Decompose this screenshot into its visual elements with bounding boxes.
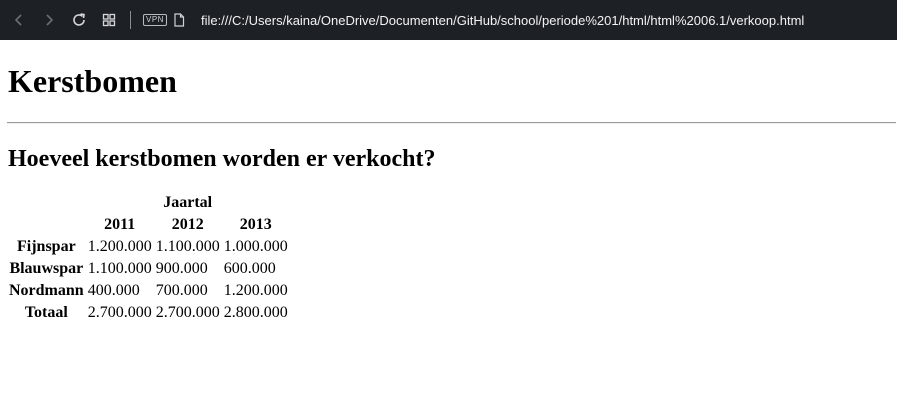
horizontal-rule (7, 122, 896, 124)
sales-table: Jaartal 2011 2012 2013 Fijnspar 1.200.00… (6, 191, 291, 325)
reload-icon (73, 13, 85, 26)
forward-button[interactable] (34, 5, 64, 35)
table-cell: 1.000.000 (223, 238, 288, 255)
year-header: 2013 (239, 216, 272, 233)
table-cell: 1.200.000 (223, 282, 288, 299)
vpn-badge[interactable]: VPN (143, 14, 167, 26)
table-cell: 2.800.000 (223, 304, 288, 321)
browser-toolbar: VPN file:///C:/Users/kaina/OneDrive/Docu… (0, 0, 897, 40)
table-row-total: Totaal 2.700.000 2.700.000 2.800.000 (8, 303, 289, 323)
table-row: Blauwspar 1.100.000 900.000 600.000 (8, 259, 289, 279)
row-header: Blauwspar (9, 260, 84, 277)
address-bar[interactable]: file:///C:/Users/kaina/OneDrive/Document… (201, 13, 804, 28)
table-cell: 1.100.000 (155, 238, 220, 255)
table-cell: 1.100.000 (87, 260, 152, 277)
table-cell: 1.200.000 (87, 238, 152, 255)
chevron-left-icon (14, 14, 22, 26)
toolbar-divider (130, 11, 131, 29)
table-cell: 400.000 (87, 282, 140, 299)
year-group-header: Jaartal (163, 194, 213, 211)
grid-icon (102, 13, 116, 27)
table-cell: 900.000 (155, 260, 208, 277)
table-row: Fijnspar 1.200.000 1.100.000 1.000.000 (8, 237, 289, 257)
table-cell: 600.000 (223, 260, 276, 277)
table-cell: 700.000 (155, 282, 208, 299)
table-cell: 2.700.000 (155, 304, 220, 321)
year-header: 2012 (171, 216, 204, 233)
back-button[interactable] (4, 5, 34, 35)
page-content: Kerstbomen Hoeveel kerstbomen worden er … (0, 40, 897, 325)
year-header: 2011 (104, 216, 136, 233)
file-icon[interactable] (173, 13, 185, 27)
empty-header-cell (8, 193, 85, 213)
reload-button[interactable] (64, 5, 94, 35)
table-year-row: 2011 2012 2013 (8, 215, 289, 235)
page-title: Kerstbomen (8, 63, 177, 99)
table-row: Nordmann 400.000 700.000 1.200.000 (8, 281, 289, 301)
row-header: Nordmann (9, 282, 84, 299)
page-question: Hoeveel kerstbomen worden er verkocht? (8, 146, 436, 172)
table-header-row: Jaartal (8, 193, 289, 213)
tiles-button[interactable] (94, 5, 124, 35)
chevron-right-icon (46, 14, 54, 26)
row-header: Totaal (24, 304, 68, 321)
table-cell: 2.700.000 (87, 304, 152, 321)
empty-header-cell (8, 215, 85, 235)
row-header: Fijnspar (17, 238, 76, 255)
